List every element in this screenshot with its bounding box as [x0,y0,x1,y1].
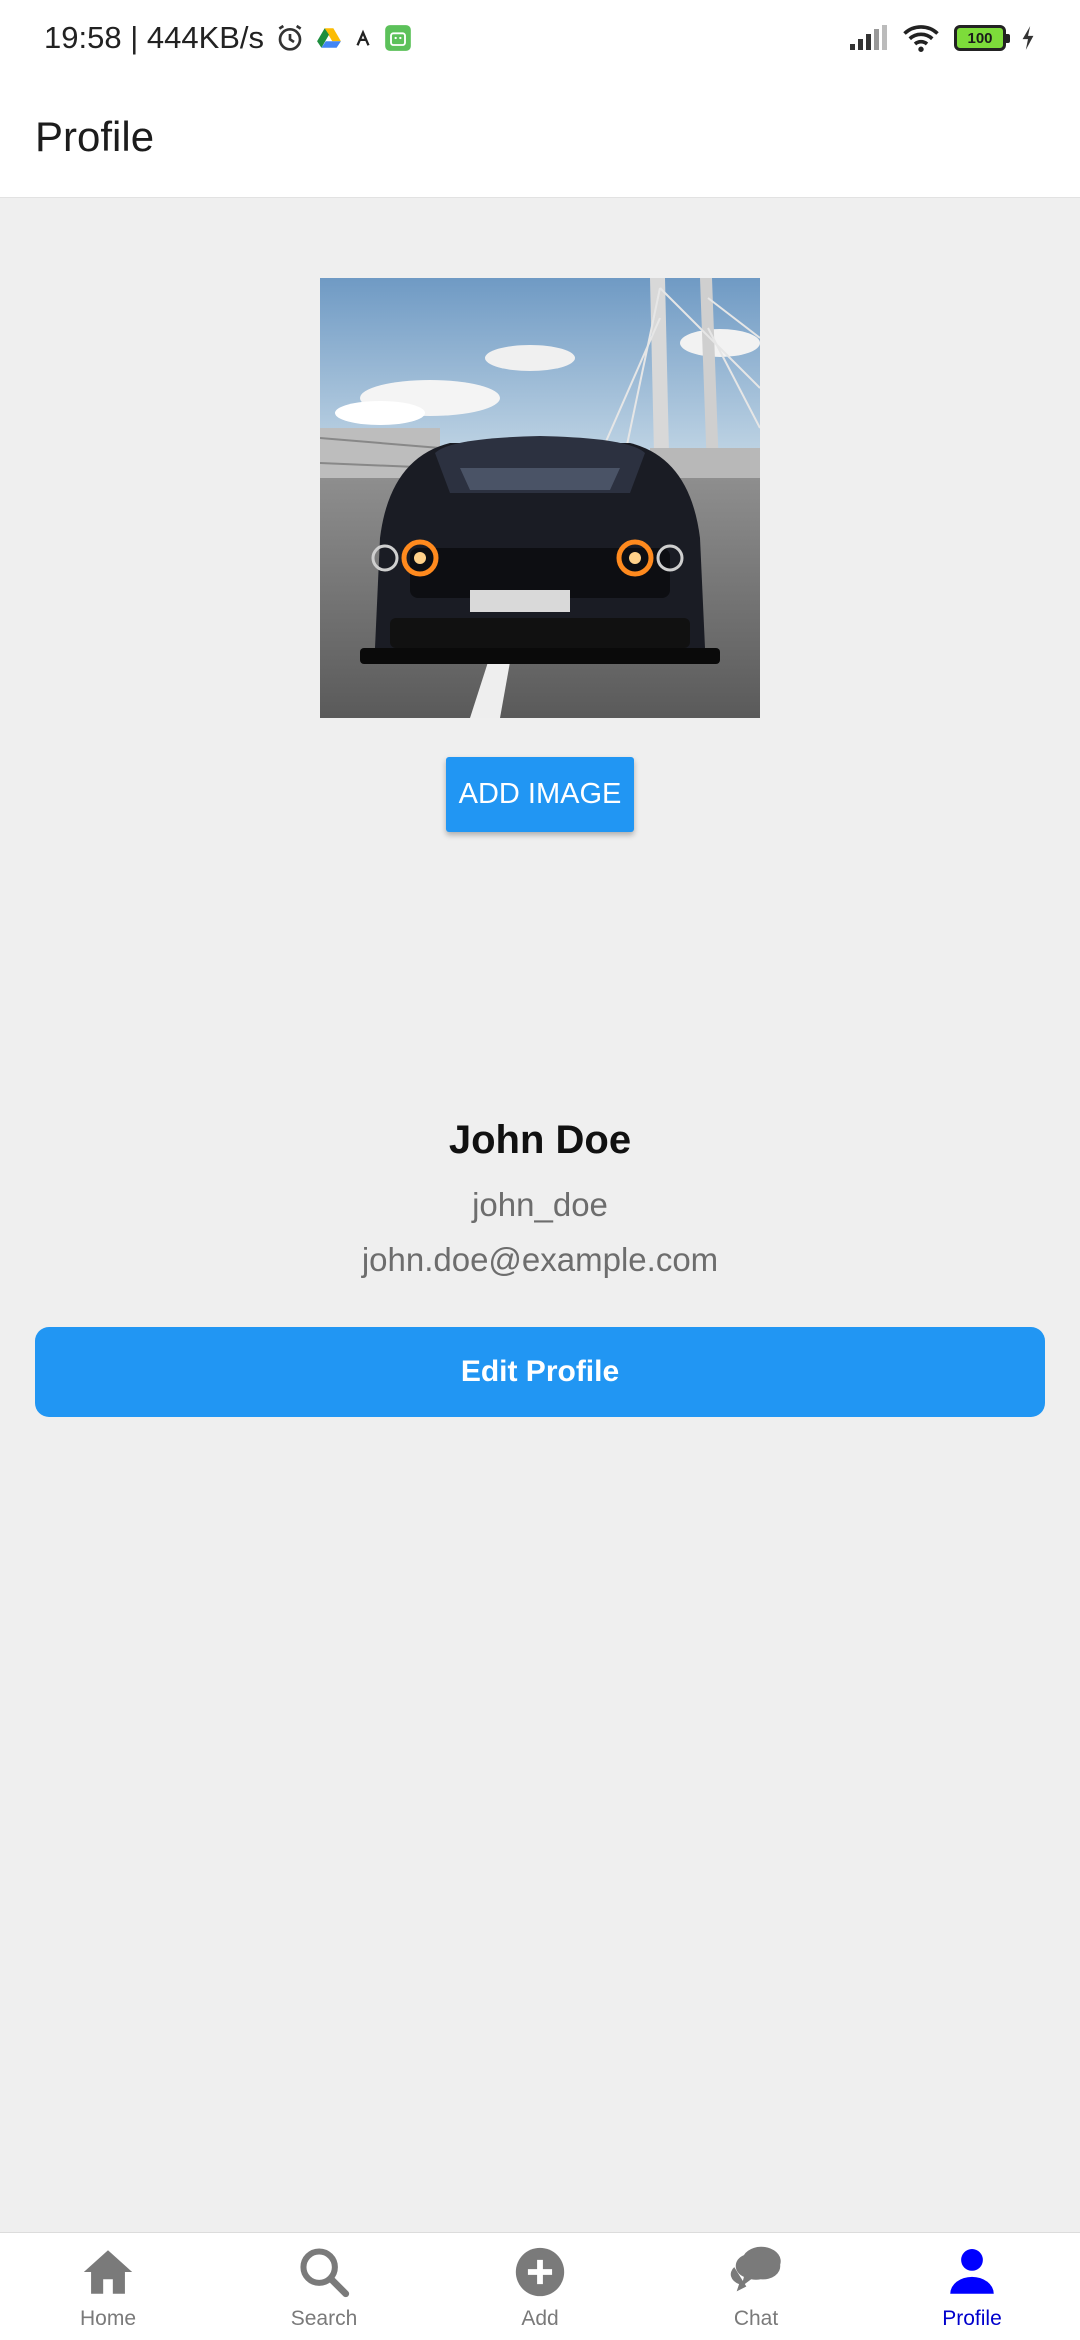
android-icon [384,24,412,52]
bottom-navigation: Home Search Add Chat Profile [0,2232,1080,2340]
page-title: Profile [35,112,155,160]
user-name: John Doe [448,1118,632,1162]
nav-label-chat: Chat [733,2307,779,2330]
app-bar: Profile [0,76,1080,198]
chat-icon [730,2246,781,2292]
charging-icon [1020,25,1036,51]
edit-profile-button[interactable]: Edit Profile [35,1327,1045,1417]
battery-level: 100 [967,29,993,47]
status-left: 19:58 | 444KB/s [44,20,412,56]
nav-item-profile[interactable]: Profile [864,2233,1080,2340]
nav-item-search[interactable]: Search [216,2233,432,2340]
search-icon [300,2248,350,2298]
battery-icon: 100 [954,25,1010,51]
add-image-button[interactable]: ADD IMAGE [446,757,634,832]
car-photo-illustration [320,278,760,718]
profile-icon [950,2249,994,2294]
nav-label-profile: Profile [942,2307,1002,2330]
status-bar: 19:58 | 444KB/s 100 [0,0,1080,76]
alarm-icon [274,22,306,54]
profile-photo [320,278,760,718]
home-icon [83,2250,133,2294]
nav-label-add: Add [521,2307,559,2330]
user-email: john.doe@example.com [361,1241,719,1278]
signal-icon [848,24,888,52]
app-icon [352,27,374,49]
drive-icon [316,25,342,51]
add-icon [515,2247,565,2297]
user-username: john_doe [472,1186,608,1223]
nav-label-search: Search [290,2307,358,2330]
nav-item-add[interactable]: Add [432,2233,648,2340]
status-time: 19:58 | 444KB/s [44,20,265,55]
wifi-icon [902,23,940,53]
nav-item-home[interactable]: Home [0,2233,216,2340]
nav-item-chat[interactable]: Chat [648,2233,864,2340]
nav-label-home: Home [79,2307,137,2330]
status-right: 100 [848,23,1036,53]
